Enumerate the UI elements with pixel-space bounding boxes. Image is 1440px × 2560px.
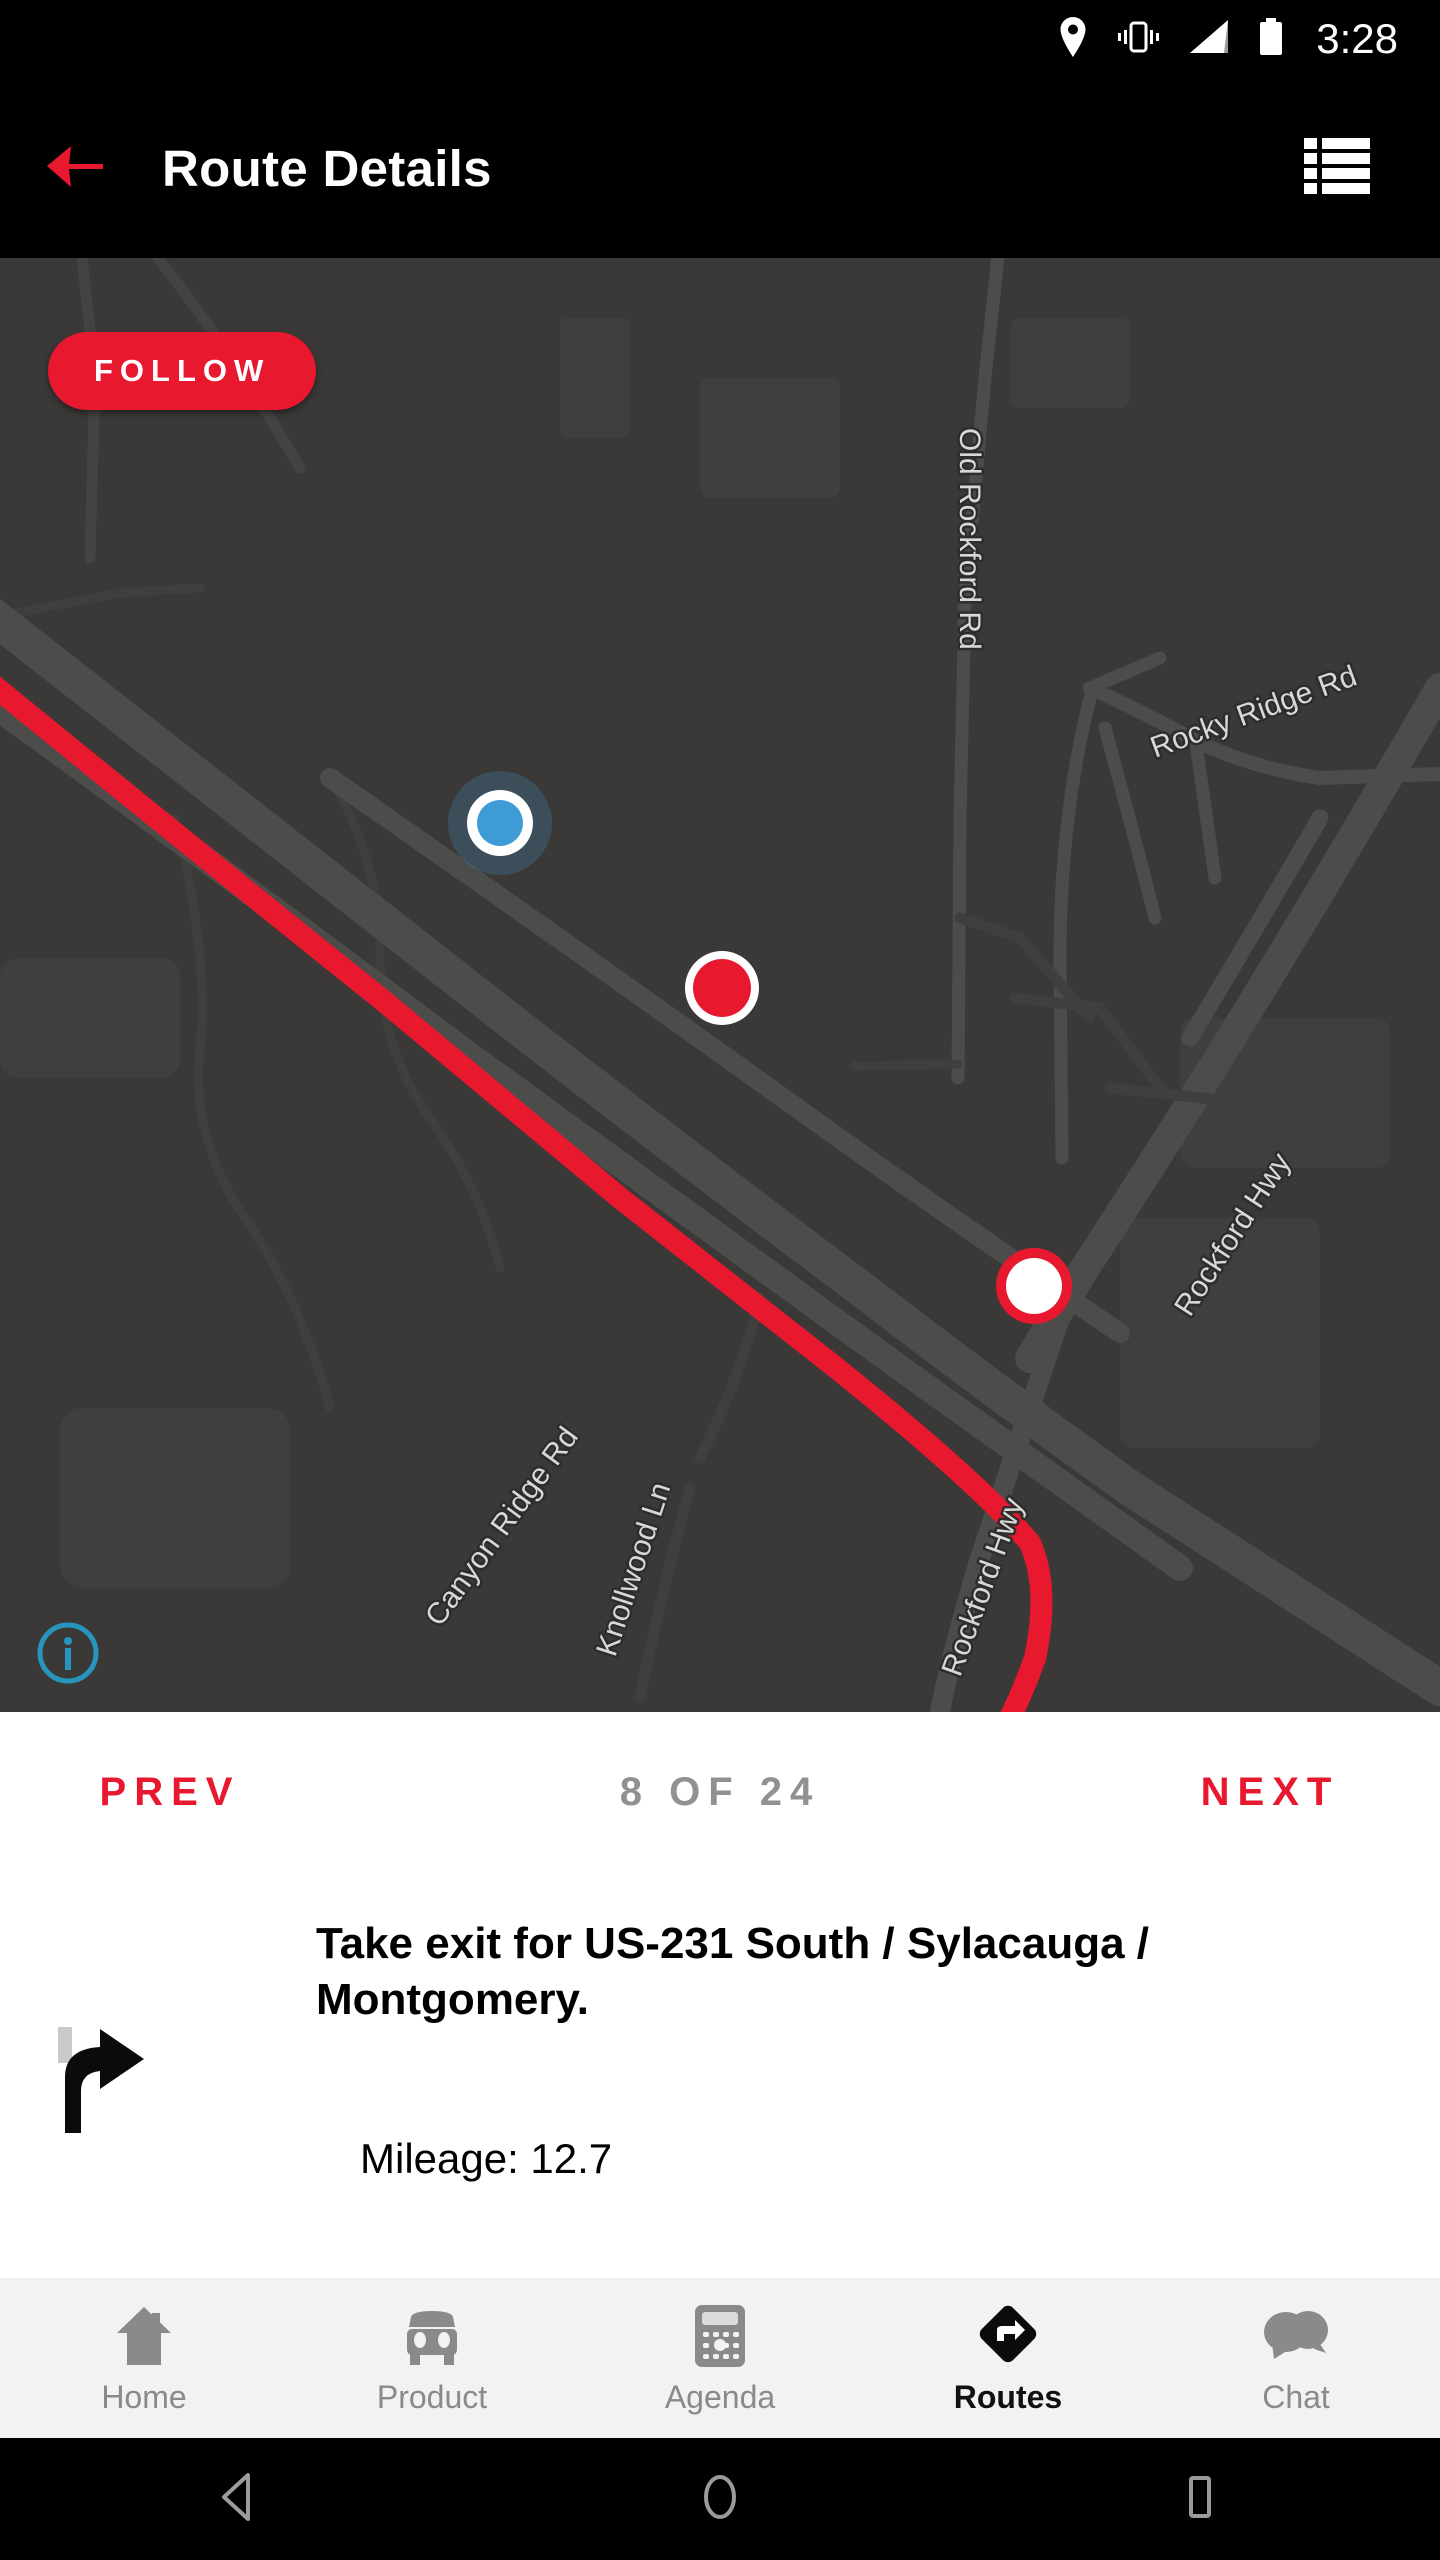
mileage-text: Mileage: 12.7 (360, 2135, 613, 2182)
nav-label-home: Home (101, 2378, 187, 2415)
chat-bubbles-icon (1260, 2301, 1332, 2369)
car-icon (397, 2301, 467, 2369)
nav-item-agenda[interactable]: Agenda (576, 2278, 864, 2438)
android-navigation-bar (0, 2438, 1440, 2560)
calculator-icon (691, 2301, 749, 2369)
app-bar: Route Details (0, 78, 1440, 258)
step-navigation-bar: PREV 8 OF 24 NEXT (0, 1712, 1440, 1872)
info-icon (35, 1622, 101, 1690)
bottom-navigation-bar: Home Product Agenda Routes Chat (0, 2278, 1440, 2438)
back-arrow-icon (43, 140, 107, 197)
waypoint-marker-white (996, 1248, 1072, 1324)
app-screen: 3:28 Route Details Old Rockford Rd Rocky… (0, 0, 1440, 2560)
nav-label-product: Product (376, 2378, 488, 2415)
map-label-rocky-ridge-rd: Rocky Ridge Rd (1146, 659, 1361, 764)
exit-right-ramp-icon (48, 2015, 178, 2145)
android-back-button[interactable] (0, 2471, 480, 2528)
map-canvas[interactable]: .rd { stroke:#4c4c4a; fill:none; stroke-… (0, 258, 1440, 1712)
map-label-canyon-ridge-rd: Canyon Ridge Rd (419, 1421, 585, 1632)
page-title: Route Details (162, 139, 492, 197)
follow-button[interactable]: FOLLOW (48, 332, 317, 410)
android-back-icon (216, 2471, 264, 2528)
nav-label-routes: Routes (953, 2378, 1063, 2415)
prev-step-button[interactable]: PREV (0, 1770, 340, 1815)
vibrate-icon (1114, 17, 1162, 62)
back-button[interactable] (0, 78, 150, 258)
signal-icon (1188, 17, 1232, 62)
nav-item-chat[interactable]: Chat (1152, 2278, 1440, 2438)
route-list-button[interactable] (1292, 123, 1382, 213)
home-icon (111, 2301, 177, 2369)
instruction-text: Take exit for US-231 South / Sylacauga /… (316, 1919, 1150, 2025)
route-diamond-icon (973, 2301, 1043, 2369)
list-icon (1304, 136, 1370, 201)
android-recents-button[interactable] (960, 2471, 1440, 2528)
status-bar-time: 3:28 (1316, 15, 1398, 62)
next-step-button[interactable]: NEXT (1100, 1770, 1440, 1815)
map-label-old-rockford-rd: Old Rockford Rd (953, 428, 986, 650)
instruction-panel: Take exit for US-231 South / Sylacauga /… (0, 1880, 1440, 2280)
location-pin-icon (1058, 16, 1088, 62)
nav-item-routes[interactable]: Routes (864, 2278, 1152, 2438)
step-counter: 8 OF 24 (619, 1769, 821, 1814)
nav-label-agenda: Agenda (664, 2378, 776, 2415)
map-info-button[interactable] (35, 1620, 101, 1686)
android-home-button[interactable] (480, 2471, 960, 2528)
android-recents-icon (1180, 2471, 1220, 2528)
android-home-icon (698, 2471, 742, 2528)
nav-item-product[interactable]: Product (288, 2278, 576, 2438)
status-bar: 3:28 (0, 0, 1440, 78)
nav-item-home[interactable]: Home (0, 2278, 288, 2438)
battery-icon (1258, 17, 1284, 62)
current-location-marker (448, 771, 552, 875)
follow-button-label: FOLLOW (94, 353, 271, 388)
nav-label-chat: Chat (1262, 2378, 1330, 2415)
waypoint-marker-red (685, 951, 759, 1025)
